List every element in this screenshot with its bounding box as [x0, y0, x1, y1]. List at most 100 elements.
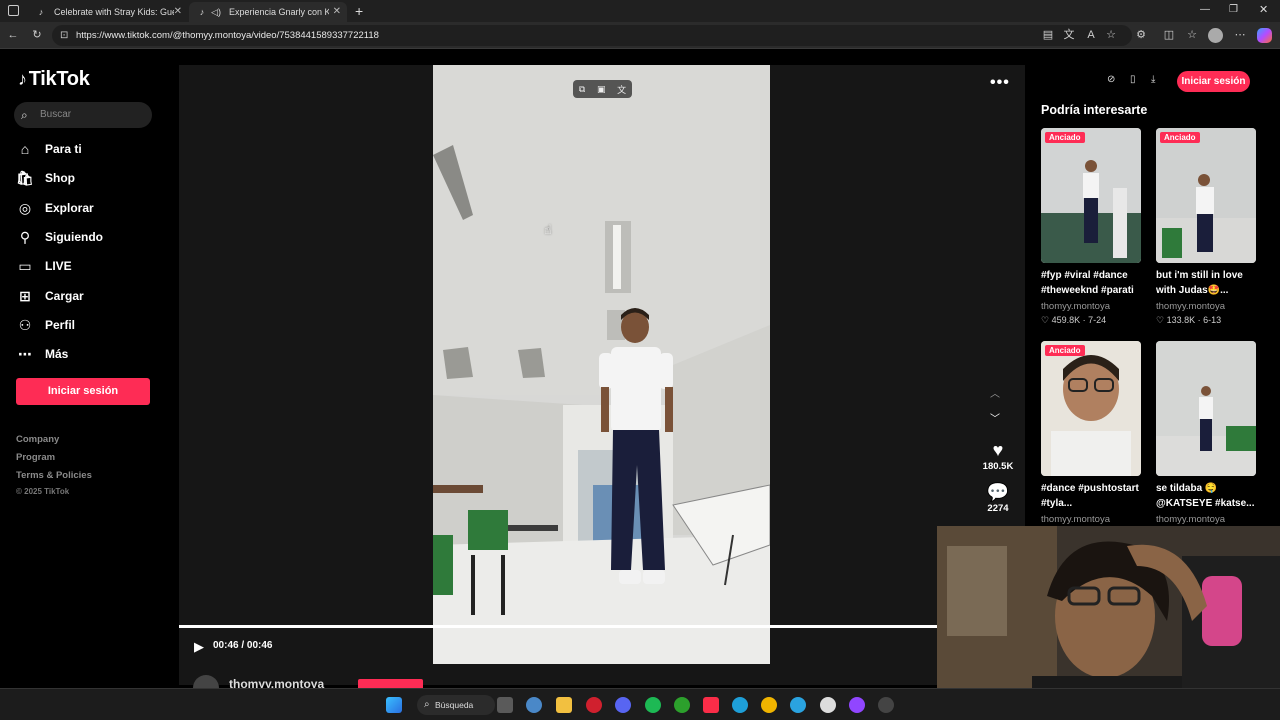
logo-text: TikTok	[28, 67, 90, 90]
xbox-icon[interactable]	[674, 697, 690, 713]
reload-icon[interactable]: ↻	[30, 28, 44, 42]
reader-icon[interactable]: ▤	[1041, 28, 1055, 42]
comment-action[interactable]: 💬 2274	[978, 482, 1018, 514]
tiktok-favicon-icon: ♪	[38, 7, 44, 17]
picture-in-picture-icon[interactable]: ⧉	[579, 84, 585, 95]
windows-taskbar: ⌕ Búsqueda	[0, 688, 1280, 720]
tab-title: Experiencia Gnarly con Katse	[229, 7, 329, 17]
nav-item-live[interactable]: ▭ LIVE	[17, 255, 71, 277]
widgets-icon[interactable]	[497, 697, 513, 713]
nav-label: Para ti	[45, 142, 82, 156]
telegram-icon[interactable]	[790, 697, 806, 713]
music-icon[interactable]	[703, 697, 719, 713]
settings-icon[interactable]	[526, 697, 542, 713]
tab-experiencia-gnarly[interactable]: ♪ ◁) Experiencia Gnarly con Katse ✕	[189, 2, 347, 22]
tab-stray-kids[interactable]: ♪ Celebrate with Stray Kids: Guess t ✕	[28, 2, 188, 22]
shop-icon: 🛍	[16, 169, 34, 186]
favorites-icon[interactable]: ☆	[1185, 28, 1199, 42]
login-button[interactable]: Iniciar sesión	[16, 378, 150, 405]
start-icon[interactable]	[386, 697, 402, 713]
twitch-icon[interactable]	[849, 697, 865, 713]
video-timecode: 00:46 / 00:46	[213, 640, 273, 651]
search-input[interactable]: ⌕ Buscar	[14, 102, 152, 128]
close-icon[interactable]: ✕	[333, 6, 341, 17]
extensions-icon[interactable]: ⚙	[1134, 28, 1148, 42]
footer-link-company[interactable]: Company	[16, 434, 59, 445]
edge-icon[interactable]	[732, 697, 748, 713]
video-card-user[interactable]: thomyy.montoya	[1041, 514, 1110, 525]
video-card-thumbnail[interactable]: Anciado	[1041, 341, 1141, 476]
video-card-user[interactable]: thomyy.montoya	[1041, 301, 1110, 312]
nav-item-perfil[interactable]: ⚇ Perfil	[17, 314, 75, 336]
obs-icon[interactable]	[878, 697, 894, 713]
nav-label: Explorar	[45, 201, 94, 215]
thumbnail-image	[1041, 128, 1141, 263]
video-card-thumbnail[interactable]: Anciado	[1156, 128, 1256, 263]
header-login-button[interactable]: Iniciar sesión	[1177, 71, 1250, 92]
taskbar-search-label: Búsqueda	[435, 700, 474, 710]
url-field[interactable]: ⊡ https://www.tiktok.com/@thomyy.montoya…	[52, 25, 1132, 46]
next-video-icon[interactable]: ﹀	[990, 410, 1000, 425]
video-card-user[interactable]: thomyy.montoya	[1156, 514, 1225, 525]
read-aloud-icon[interactable]: A	[1084, 28, 1098, 42]
video-card-title[interactable]: #dance #pushtostart #tyla...	[1041, 481, 1143, 511]
video-still	[433, 65, 770, 664]
spotify-icon[interactable]	[645, 697, 661, 713]
back-arrow-icon[interactable]: ←	[6, 28, 20, 42]
copilot-icon[interactable]	[1257, 28, 1272, 43]
home-icon: ⌂	[20, 141, 30, 157]
download-icon[interactable]: ⤓	[1151, 74, 1155, 85]
close-window-icon[interactable]: ✕	[1259, 3, 1268, 16]
video-card-stats: ♡ 459.8K · 7-24	[1041, 315, 1107, 325]
new-tab-button[interactable]: +	[355, 3, 363, 19]
browser-address-bar: ← ↻ ⊡ https://www.tiktok.com/@thomyy.mon…	[0, 22, 1280, 49]
split-screen-icon[interactable]: ◫	[1162, 28, 1176, 42]
play-icon[interactable]: ▶	[194, 639, 204, 655]
taskbar-search[interactable]: ⌕ Búsqueda	[417, 695, 495, 715]
miniplayer-icon[interactable]: ▣	[597, 84, 606, 95]
like-action[interactable]: ♥ 180.5K	[978, 440, 1018, 472]
minimize-icon[interactable]: —	[1200, 4, 1210, 15]
nav-item-para-ti[interactable]: ⌂ Para ti	[17, 138, 82, 160]
video-progress-bar[interactable]	[179, 625, 937, 628]
site-info-icon[interactable]: ⊡	[60, 25, 68, 46]
menu-dots-icon[interactable]: ⋯	[1233, 28, 1247, 42]
profile-avatar[interactable]	[1208, 28, 1223, 43]
tiktok-logo[interactable]: ♪ TikTok	[18, 66, 90, 92]
discord-icon[interactable]	[615, 697, 631, 713]
footer-link-program[interactable]: Program	[16, 452, 55, 463]
previous-video-icon[interactable]: ︿	[990, 385, 1000, 400]
opera-icon[interactable]	[586, 697, 602, 713]
tab-actions-icon[interactable]	[8, 5, 19, 16]
nav-item-explorar[interactable]: ◎ Explorar	[17, 197, 94, 219]
chrome-icon[interactable]	[761, 697, 777, 713]
file-explorer-icon[interactable]	[556, 697, 572, 713]
device-icon[interactable]: ▯	[1130, 74, 1136, 85]
footer-link-terms[interactable]: Terms & Policies	[16, 470, 92, 481]
nav-item-cargar[interactable]: ⊞ Cargar	[17, 285, 84, 307]
explore-circle-icon[interactable]: ⊘	[1107, 74, 1115, 85]
chatgpt-icon[interactable]	[820, 697, 836, 713]
video-card-title[interactable]: #fyp #viral #dance #theweeknd #parati	[1041, 268, 1143, 298]
favorite-star-icon[interactable]: ☆	[1104, 28, 1118, 42]
captions-icon[interactable]: 文	[617, 83, 626, 96]
video-card-user[interactable]: thomyy.montoya	[1156, 301, 1225, 312]
nav-item-mas[interactable]: ⋯ Más	[17, 343, 68, 365]
video-card-thumbnail[interactable]	[1156, 341, 1256, 476]
video-card-title[interactable]: se tildaba 🤤 @KATSEYE #katse...	[1156, 481, 1258, 511]
video-card-stats: ♡ 133.8K · 6-13	[1156, 315, 1222, 325]
nav-item-siguiendo[interactable]: ⚲ Siguiendo	[17, 226, 103, 248]
video-card-title[interactable]: but i'm still in love with Judas🤩...	[1156, 268, 1258, 298]
video-card-thumbnail[interactable]: Anciado	[1041, 128, 1141, 263]
video-frame[interactable]	[433, 65, 770, 664]
nav-label: Siguiendo	[45, 230, 103, 244]
search-icon: ⌕	[21, 108, 28, 122]
profile-icon: ⚇	[18, 316, 32, 333]
nav-item-shop[interactable]: 🛍 Shop	[16, 167, 75, 189]
translate-icon[interactable]: 文	[1062, 28, 1076, 42]
more-options-icon[interactable]: •••	[990, 74, 1010, 92]
speaker-icon[interactable]: ◁)	[211, 7, 221, 17]
restore-icon[interactable]: ❐	[1229, 4, 1238, 15]
close-icon[interactable]: ✕	[174, 6, 182, 17]
thumbnail-image	[1156, 128, 1256, 263]
